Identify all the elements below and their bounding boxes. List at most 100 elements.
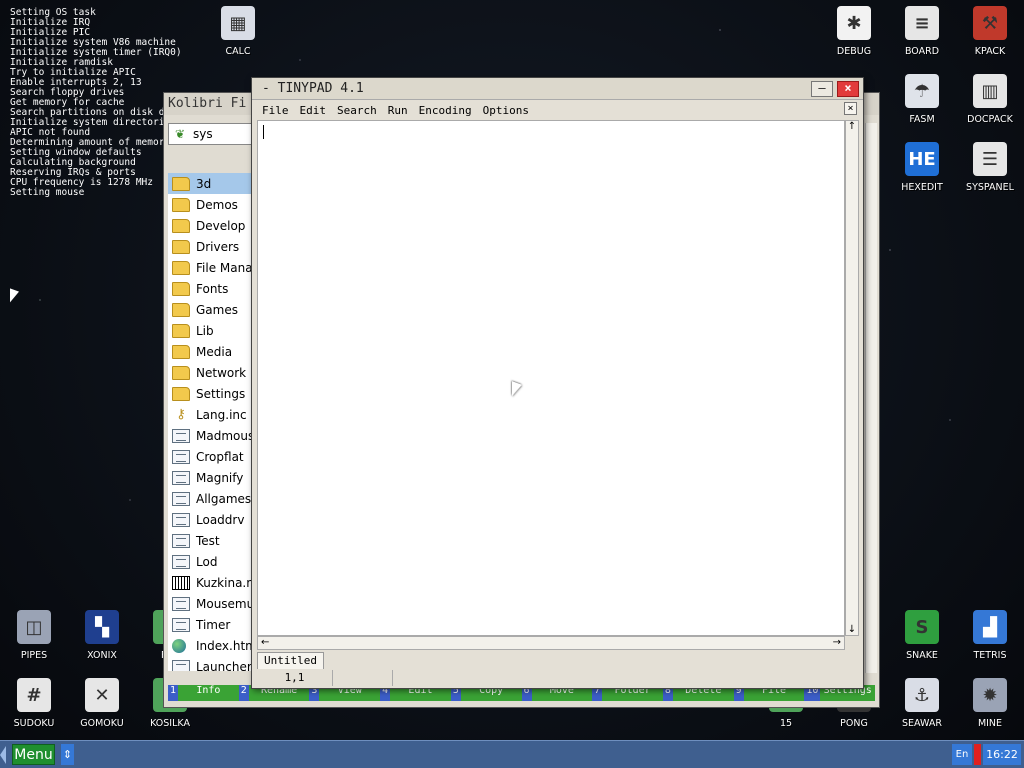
menu-file[interactable]: File bbox=[262, 104, 289, 117]
tinypad-title-bar[interactable]: - TINYPAD 4.1 – × bbox=[252, 78, 863, 100]
cursor-position: 1,1 bbox=[257, 670, 333, 686]
list-item[interactable]: Network bbox=[168, 362, 252, 383]
list-item-label: Loaddrv bbox=[196, 512, 245, 527]
list-item[interactable]: Demos bbox=[168, 194, 252, 215]
list-item-label: Timer bbox=[196, 617, 231, 632]
list-item[interactable]: Timer bbox=[168, 614, 252, 635]
desktop-icon-debug[interactable]: ✱ DEBUG bbox=[820, 6, 888, 68]
list-item[interactable]: Kuzkina.m bbox=[168, 572, 252, 593]
list-item[interactable]: Index.htm bbox=[168, 635, 252, 656]
list-item[interactable]: Fonts bbox=[168, 278, 252, 299]
desktop-icon-xonix[interactable]: ▚ XONIX bbox=[68, 610, 136, 672]
desktop-icon-board[interactable]: ≡ BOARD bbox=[888, 6, 956, 68]
list-item-label: Test bbox=[196, 533, 220, 548]
desktop-icon-tetris[interactable]: ▟ TETRIS bbox=[956, 610, 1024, 672]
desktop-icon-label: KPACK bbox=[974, 46, 1006, 57]
start-menu-button[interactable]: Menu bbox=[12, 744, 55, 765]
close-tab-button[interactable]: × bbox=[844, 102, 857, 115]
minimize-button[interactable]: – bbox=[811, 80, 833, 97]
file-icon bbox=[172, 596, 190, 611]
tinypad-window[interactable]: - TINYPAD 4.1 – × File Edit Search Run E… bbox=[251, 77, 864, 689]
list-item[interactable]: Cropflat bbox=[168, 446, 252, 467]
desktop-icon-seawar[interactable]: ⚓ SEAWAR bbox=[888, 678, 956, 740]
list-item[interactable]: Lod bbox=[168, 551, 252, 572]
fkey-number: 1 bbox=[168, 685, 179, 701]
list-item[interactable]: Develop bbox=[168, 215, 252, 236]
desktop-icon-sudoku[interactable]: # SUDOKU bbox=[0, 678, 68, 740]
status-bar: 1,1 bbox=[257, 670, 858, 686]
menu-options[interactable]: Options bbox=[483, 104, 529, 117]
hexedit-icon: HE bbox=[905, 142, 939, 176]
desktop-icon-pipes[interactable]: ◫ PIPES bbox=[0, 610, 68, 672]
desktop-icon-docpack[interactable]: ▥ DOCPACK bbox=[956, 74, 1024, 136]
clock[interactable]: 16:22 bbox=[983, 744, 1021, 765]
list-item[interactable]: Launcher bbox=[168, 656, 252, 671]
fkey-info[interactable]: 1 Info bbox=[168, 685, 239, 701]
list-item[interactable]: Loaddrv bbox=[168, 509, 252, 530]
desktop-icon-label: HEXEDIT bbox=[901, 182, 943, 193]
list-item[interactable]: File Mana bbox=[168, 257, 252, 278]
scroll-left-icon[interactable]: ← bbox=[261, 637, 269, 648]
desktop-icon-gomoku[interactable]: ✕ GOMOKU bbox=[68, 678, 136, 740]
list-item-label: Drivers bbox=[196, 239, 240, 254]
list-item[interactable]: 3d bbox=[168, 173, 252, 194]
desktop-icon-label: TETRIS bbox=[973, 650, 1007, 661]
list-item[interactable]: Media bbox=[168, 341, 252, 362]
list-item-label: Kuzkina.m bbox=[196, 575, 252, 590]
list-item[interactable]: Magnify bbox=[168, 467, 252, 488]
language-indicator[interactable]: En bbox=[952, 744, 972, 765]
file-manager-path[interactable]: ❦ sys bbox=[168, 123, 253, 145]
horizontal-scrollbar[interactable]: ← → bbox=[257, 636, 845, 650]
desktop-icon-label: FASM bbox=[909, 114, 935, 125]
list-item-label: Games bbox=[196, 302, 238, 317]
desktop-icon-label: CALC bbox=[225, 46, 251, 57]
list-item[interactable]: Games bbox=[168, 299, 252, 320]
fkey-number: 2 bbox=[238, 685, 249, 701]
kpack-icon: ⚒ bbox=[973, 6, 1007, 40]
folder-icon bbox=[172, 281, 190, 296]
desktop-icon-kpack[interactable]: ⚒ KPACK bbox=[956, 6, 1024, 68]
list-item[interactable]: Settings bbox=[168, 383, 252, 404]
list-item-label: Network bbox=[196, 365, 247, 380]
list-item[interactable]: Lib bbox=[168, 320, 252, 341]
list-item[interactable]: Drivers bbox=[168, 236, 252, 257]
scroll-up-icon[interactable]: ↑ bbox=[846, 121, 858, 132]
list-item[interactable]: Test bbox=[168, 530, 252, 551]
file-icon bbox=[172, 554, 190, 569]
scroll-down-icon[interactable]: ↓ bbox=[846, 624, 858, 635]
desktop-icon-calc[interactable]: ▦ CALC bbox=[204, 6, 272, 68]
menu-run[interactable]: Run bbox=[388, 104, 408, 117]
modified-indicator bbox=[333, 670, 393, 686]
list-item-label: Index.htm bbox=[196, 638, 252, 653]
list-item-label: Lib bbox=[196, 323, 214, 338]
scroll-right-icon[interactable]: → bbox=[833, 637, 841, 648]
list-item[interactable]: Allgames bbox=[168, 488, 252, 509]
desktop-icon-snake[interactable]: S SNAKE bbox=[888, 610, 956, 672]
file-list[interactable]: 3d Demos Develop Drivers File Mana Fonts Games… bbox=[168, 173, 252, 671]
desktop-icon-label: BOARD bbox=[904, 46, 940, 57]
file-manager-scrollbar[interactable] bbox=[865, 123, 877, 673]
list-item-label: Settings bbox=[196, 386, 246, 401]
window-title: - TINYPAD 4.1 bbox=[262, 81, 364, 96]
desktop-icon-fasm[interactable]: ☂ FASM bbox=[888, 74, 956, 136]
list-item[interactable]: ⚷ Lang.inc bbox=[168, 404, 252, 425]
menu-edit[interactable]: Edit bbox=[300, 104, 327, 117]
vertical-scrollbar[interactable]: ↑ ↓ bbox=[845, 120, 859, 636]
close-button[interactable]: × bbox=[837, 80, 859, 97]
taskbar-left-arrow-icon[interactable] bbox=[0, 746, 6, 764]
folder-icon bbox=[172, 218, 190, 233]
menu-search[interactable]: Search bbox=[337, 104, 377, 117]
list-item-label: Lang.inc bbox=[196, 407, 247, 422]
desktop-icon-syspanel[interactable]: ☰ SYSPANEL bbox=[956, 142, 1024, 204]
desktop-icon-hexedit[interactable]: HE HEXEDIT bbox=[888, 142, 956, 204]
file-icon bbox=[172, 512, 190, 527]
text-editor-area[interactable] bbox=[257, 120, 845, 636]
taskbar-switch-button[interactable]: ⇕ bbox=[61, 744, 74, 765]
desktop-icon-label: SEAWAR bbox=[902, 718, 942, 729]
list-item[interactable]: Madmous bbox=[168, 425, 252, 446]
desktop-icon-label: 15 bbox=[779, 718, 793, 729]
list-item[interactable]: Mousemu bbox=[168, 593, 252, 614]
desktop-icon-mine[interactable]: ✹ MINE bbox=[956, 678, 1024, 740]
menu-encoding[interactable]: Encoding bbox=[419, 104, 472, 117]
tab-untitled[interactable]: Untitled bbox=[257, 652, 324, 669]
